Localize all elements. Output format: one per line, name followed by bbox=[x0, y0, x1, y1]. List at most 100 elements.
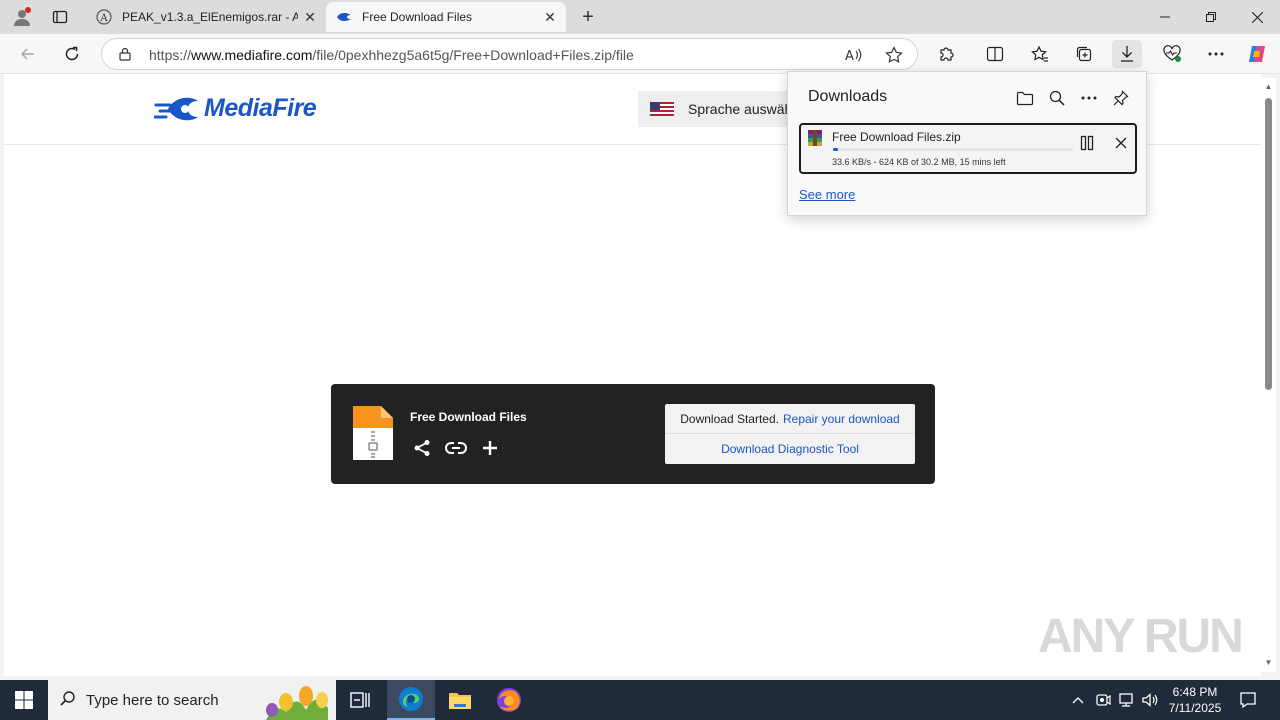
share-button[interactable] bbox=[411, 437, 433, 459]
us-flag-icon bbox=[650, 102, 674, 116]
taskbar-file-explorer-button[interactable] bbox=[436, 680, 484, 720]
clock-time: 6:48 PM bbox=[1172, 685, 1218, 699]
puzzle-icon bbox=[940, 47, 954, 61]
read-aloud-button[interactable]: A bbox=[842, 44, 864, 66]
collections-button[interactable] bbox=[1069, 40, 1099, 68]
file-name: Free Download Files bbox=[410, 410, 527, 424]
favorite-star-button[interactable] bbox=[883, 44, 905, 66]
copilot-button[interactable] bbox=[1242, 40, 1272, 68]
copy-link-button[interactable] bbox=[445, 437, 467, 459]
akira-favicon-icon: A bbox=[96, 9, 112, 25]
restore-button[interactable] bbox=[1188, 0, 1234, 34]
diagnostic-tool-link[interactable]: Download Diagnostic Tool bbox=[665, 434, 915, 464]
scroll-thumb[interactable] bbox=[1265, 98, 1272, 390]
downloads-panel: Downloads Free Download Files.zip 33.6 K… bbox=[787, 71, 1147, 216]
search-icon bbox=[1049, 90, 1065, 106]
split-screen-icon bbox=[986, 46, 1004, 62]
tab-peak[interactable]: A PEAK_v1.3.a_ElEnemigos.rar - Akir ✕ bbox=[86, 2, 326, 32]
url-text: https://www.mediafire.com/file/0pexhhezg… bbox=[149, 47, 634, 63]
back-arrow-icon bbox=[20, 48, 34, 60]
see-more-link[interactable]: See more bbox=[799, 187, 855, 202]
downloads-more-button[interactable] bbox=[1077, 86, 1101, 110]
mediafire-flame-icon bbox=[154, 97, 198, 120]
taskbar-edge-button[interactable] bbox=[387, 680, 435, 720]
close-tab-button[interactable]: ✕ bbox=[538, 5, 562, 29]
clock-date: 7/11/2025 bbox=[1168, 701, 1222, 715]
volume-button[interactable] bbox=[1140, 690, 1160, 710]
scroll-up-arrow-icon[interactable]: ▲ bbox=[1264, 82, 1273, 91]
meet-now-button[interactable] bbox=[1093, 690, 1113, 710]
favorites-button[interactable] bbox=[1025, 40, 1055, 68]
windows-taskbar: Type here to search 6:48 PM 7/11/2025 bbox=[0, 680, 1280, 720]
new-tab-button[interactable]: + bbox=[576, 5, 600, 29]
download-icon bbox=[1121, 46, 1133, 62]
folder-icon bbox=[1016, 91, 1034, 106]
folder-icon bbox=[449, 693, 471, 709]
close-icon bbox=[1115, 137, 1127, 149]
taskbar-clock[interactable]: 6:48 PM 7/11/2025 bbox=[1160, 684, 1230, 716]
tab-title: Free Download Files bbox=[362, 10, 473, 24]
mediafire-logo[interactable]: MediaFire bbox=[154, 94, 317, 123]
windows-logo-icon bbox=[15, 691, 33, 709]
share-icon bbox=[414, 440, 430, 456]
minimize-icon bbox=[1160, 16, 1170, 18]
extensions-button[interactable] bbox=[932, 40, 962, 68]
tulips-decoration-icon bbox=[266, 686, 328, 720]
close-window-button[interactable] bbox=[1234, 0, 1280, 34]
taskbar-firefox-button[interactable] bbox=[485, 680, 533, 720]
browser-essentials-button[interactable] bbox=[1157, 40, 1187, 68]
anyrun-watermark: ANY RUN bbox=[1038, 609, 1244, 664]
pause-icon bbox=[1080, 135, 1094, 151]
meet-now-icon bbox=[1096, 694, 1111, 706]
cancel-download-button[interactable] bbox=[1109, 131, 1133, 155]
repair-download-link[interactable]: Repair your download bbox=[783, 412, 900, 426]
pin-icon bbox=[1113, 90, 1129, 106]
show-hidden-icons-button[interactable] bbox=[1068, 690, 1088, 710]
restore-icon bbox=[1206, 12, 1216, 22]
task-view-button[interactable] bbox=[336, 680, 384, 720]
language-selector[interactable]: Sprache auswähl bbox=[638, 91, 808, 127]
minimize-button[interactable] bbox=[1142, 0, 1188, 34]
network-icon bbox=[1119, 693, 1133, 707]
plus-icon bbox=[483, 441, 497, 455]
scroll-down-arrow-icon[interactable]: ▼ bbox=[1264, 658, 1273, 667]
search-downloads-button[interactable] bbox=[1045, 86, 1069, 110]
speaker-icon bbox=[1142, 693, 1158, 707]
back-button[interactable] bbox=[13, 40, 43, 68]
downloads-button[interactable] bbox=[1112, 40, 1142, 68]
search-icon bbox=[60, 690, 76, 710]
lock-icon bbox=[118, 47, 132, 66]
pin-panel-button[interactable] bbox=[1109, 86, 1133, 110]
chevron-up-icon bbox=[1072, 697, 1084, 704]
link-icon bbox=[445, 442, 467, 454]
copilot-icon bbox=[1249, 46, 1265, 62]
split-screen-button[interactable] bbox=[980, 40, 1010, 68]
mediafire-logo-text: MediaFire bbox=[204, 94, 317, 122]
download-progress-bar bbox=[833, 148, 1073, 151]
start-button[interactable] bbox=[0, 680, 48, 720]
download-item[interactable]: Free Download Files.zip 33.6 KB/s - 624 … bbox=[799, 123, 1137, 174]
read-aloud-icon: A bbox=[845, 48, 862, 63]
add-to-account-button[interactable] bbox=[479, 437, 501, 459]
svg-text:A: A bbox=[99, 13, 108, 24]
taskbar-search-box[interactable]: Type here to search bbox=[48, 680, 336, 720]
notification-icon bbox=[1240, 692, 1256, 709]
zip-file-icon bbox=[351, 404, 395, 467]
download-status-box: Download Started. Repair your download D… bbox=[665, 404, 915, 464]
profile-button[interactable] bbox=[8, 6, 36, 28]
tab-actions-button[interactable] bbox=[48, 6, 72, 28]
network-button[interactable] bbox=[1116, 690, 1136, 710]
open-folder-button[interactable] bbox=[1013, 86, 1037, 110]
search-placeholder: Type here to search bbox=[86, 691, 219, 709]
pause-download-button[interactable] bbox=[1075, 131, 1099, 155]
tab-free-download-files[interactable]: Free Download Files ✕ bbox=[326, 2, 566, 32]
page-scrollbar[interactable]: ▲ ▼ bbox=[1261, 78, 1276, 672]
refresh-button[interactable] bbox=[57, 40, 87, 68]
close-tab-button[interactable]: ✕ bbox=[298, 5, 322, 29]
mediafire-favicon-icon bbox=[336, 9, 352, 25]
address-bar[interactable]: https://www.mediafire.com/file/0pexhhezg… bbox=[101, 38, 918, 70]
notifications-button[interactable] bbox=[1238, 690, 1258, 710]
edge-icon bbox=[399, 687, 423, 711]
download-card: Free Download Files Download Started. Re… bbox=[331, 384, 935, 484]
settings-more-button[interactable] bbox=[1201, 40, 1231, 68]
